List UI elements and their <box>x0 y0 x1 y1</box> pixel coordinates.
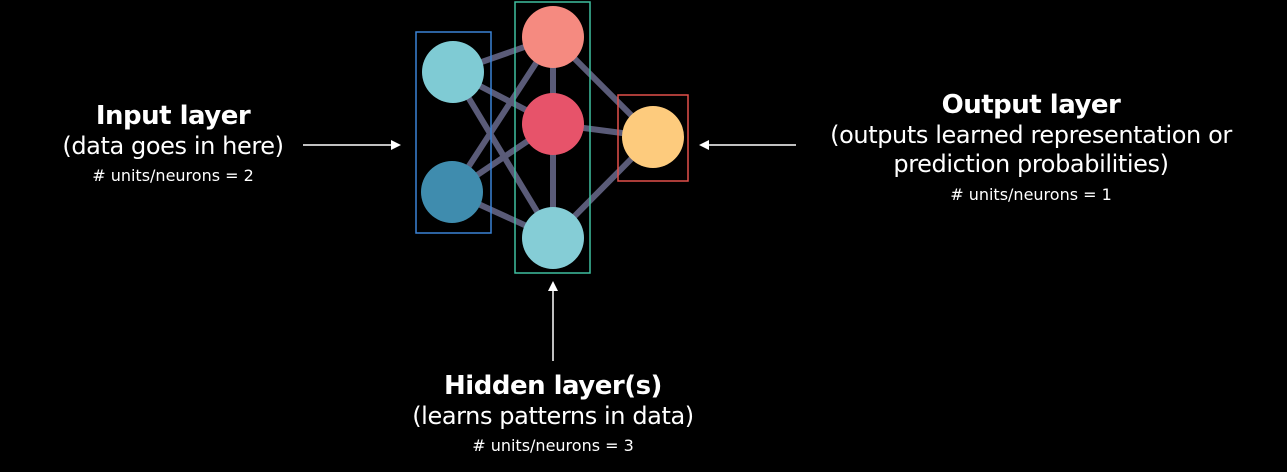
output-layer-description-line-2: prediction probabilities) <box>893 150 1169 179</box>
input-layer-description: (data goes in here) <box>62 132 284 161</box>
input-layer-units: # units/neurons = 2 <box>92 166 254 186</box>
input-node-1 <box>422 41 484 103</box>
hidden-node-1 <box>522 6 584 68</box>
hidden-layer-title: Hidden layer(s) <box>444 371 662 401</box>
output-layer-description-line-1: (outputs learned representation or <box>830 121 1232 150</box>
hidden-node-3 <box>522 207 584 269</box>
output-layer-units: # units/neurons = 1 <box>950 184 1112 204</box>
output-arrow-head <box>699 140 709 150</box>
hidden-layer-label: Hidden layer(s) (learns patterns in data… <box>380 371 726 456</box>
input-layer-label: Input layer (data goes in here) # units/… <box>42 101 304 186</box>
hidden-arrow-head <box>548 281 558 291</box>
hidden-node-2 <box>522 93 584 155</box>
input-arrow-head <box>391 140 401 150</box>
hidden-layer-description: (learns patterns in data) <box>412 402 694 431</box>
input-layer-title: Input layer <box>95 101 251 131</box>
output-layer-title: Output layer <box>941 90 1121 120</box>
output-layer-label: Output layer (outputs learned representa… <box>790 90 1272 204</box>
hidden-layer-units: # units/neurons = 3 <box>472 436 634 456</box>
output-node-1 <box>622 106 684 168</box>
input-node-2 <box>421 161 483 223</box>
